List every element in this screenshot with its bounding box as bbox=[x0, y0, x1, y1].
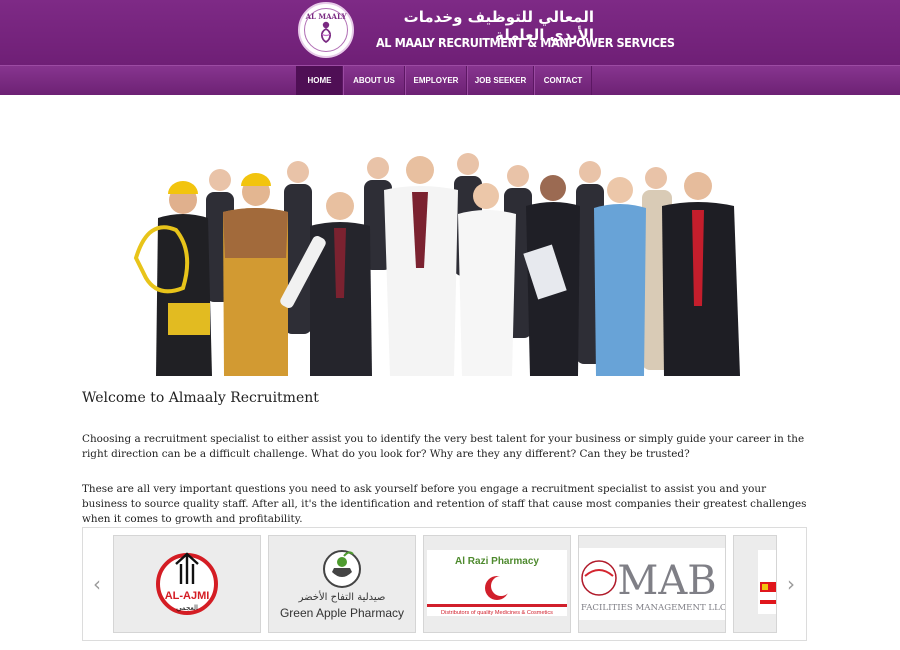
al-razi-tagline: Distributors of quality Medicines & Cosm… bbox=[441, 610, 553, 616]
people-group bbox=[133, 153, 740, 376]
logo-figure-icon bbox=[320, 21, 332, 44]
client-logo-al-ajmi[interactable]: AL-AJMI العجمي bbox=[113, 535, 261, 633]
welcome-heading: Welcome to Almaaly Recruitment bbox=[82, 390, 319, 406]
chevron-left-icon[interactable]: ‹ bbox=[89, 572, 105, 596]
green-apple-name: Green Apple Pharmacy bbox=[280, 606, 404, 620]
chevron-right-icon[interactable]: › bbox=[783, 572, 799, 596]
nav-item-employer[interactable]: EMPLOYER bbox=[405, 66, 467, 95]
site-logo[interactable]: AL MAALY bbox=[298, 2, 354, 58]
al-ajmi-arabic: العجمي bbox=[176, 604, 198, 612]
client-logo-mab[interactable]: MAB FACILITIES MANAGEMENT LLC bbox=[578, 535, 726, 633]
nav-item-home[interactable]: HOME bbox=[296, 66, 343, 95]
green-apple-logo: صيدلية التفاح الأخضر Green Apple Pharmac… bbox=[280, 550, 404, 620]
main-nav: HOME ABOUT US EMPLOYER JOB SEEKER CONTAC… bbox=[0, 65, 900, 95]
al-razi-name: Al Razi Pharmacy bbox=[455, 556, 539, 567]
mab-tagline: FACILITIES MANAGEMENT LLC bbox=[581, 603, 725, 613]
green-apple-arabic: صيدلية التفاح الأخضر bbox=[298, 590, 386, 603]
nav-item-about-us[interactable]: ABOUT US bbox=[343, 66, 405, 95]
al-razi-logo: Al Razi Pharmacy Distributors of quality… bbox=[427, 550, 567, 616]
nav-item-job-seeker[interactable]: JOB SEEKER bbox=[467, 66, 534, 95]
mab-logo: MAB FACILITIES MANAGEMENT LLC bbox=[579, 548, 725, 620]
client-logo-carousel: ‹ AL-AJMI العجمي صيدلية التفاح الأخضر Gr… bbox=[82, 527, 807, 641]
client-logo-green-apple[interactable]: صيدلية التفاح الأخضر Green Apple Pharmac… bbox=[268, 535, 416, 633]
site-title-english: AL MAALY RECRUITMENT & MANPOWER SERVICES bbox=[376, 35, 675, 50]
hero-image bbox=[133, 153, 740, 376]
intro-paragraph-1: Choosing a recruitment specialist to eit… bbox=[82, 433, 805, 460]
client-logo-al-razi[interactable]: Al Razi Pharmacy Distributors of quality… bbox=[423, 535, 571, 633]
intro-paragraph-2: These are all very important questions y… bbox=[82, 483, 807, 525]
site-header: AL MAALY المعالي للتوظيف وخدمات الأيدي ا… bbox=[0, 0, 900, 65]
al-ajmi-name: AL-AJMI bbox=[165, 590, 210, 602]
client-logo-partial[interactable] bbox=[733, 535, 777, 633]
nav-item-contact[interactable]: CONTACT bbox=[534, 66, 592, 95]
partial-logo bbox=[758, 550, 776, 614]
mab-name: MAB bbox=[617, 558, 716, 604]
al-ajmi-logo: AL-AJMI العجمي bbox=[156, 552, 218, 615]
